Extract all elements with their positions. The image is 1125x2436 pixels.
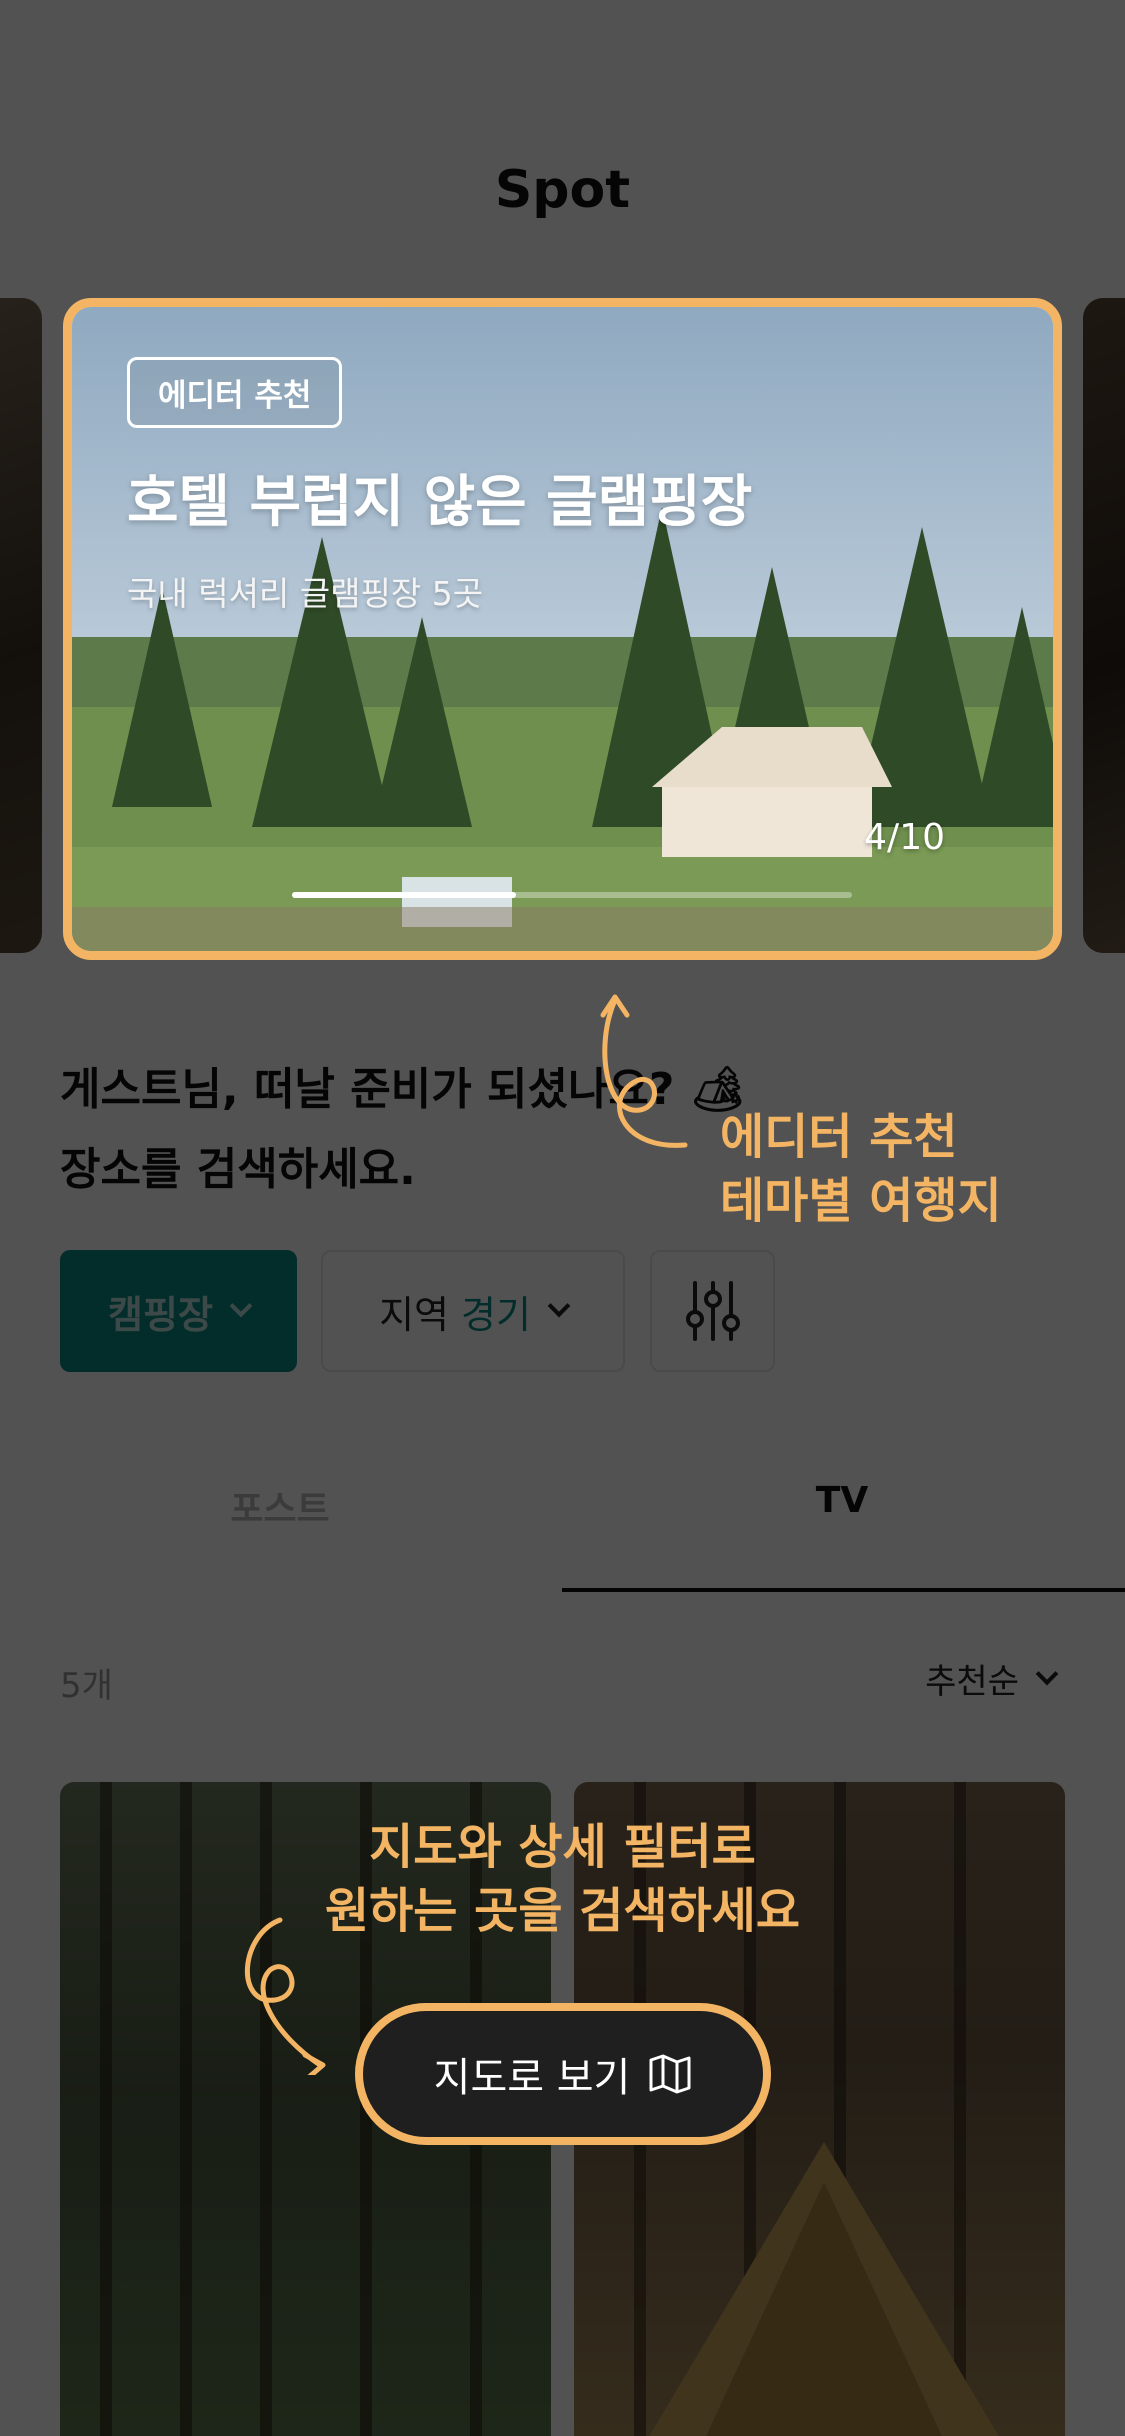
carousel-prev-card[interactable]: [0, 298, 42, 953]
featured-card[interactable]: 에디터 추천 호텔 부럽지 않은 글램핑장 국내 럭셔리 글램핑장 5곳 4/1…: [63, 298, 1062, 960]
sliders-icon: [685, 1281, 740, 1341]
category-filter-label: 캠핑장: [108, 1292, 213, 1337]
result-count: 5개: [60, 1666, 113, 1706]
callout-1-line-2: 테마별 여행지: [720, 1173, 1002, 1229]
chevron-down-icon: [547, 1294, 571, 1318]
region-filter-value: 경기: [461, 1292, 531, 1337]
carousel-next-card[interactable]: [1083, 298, 1125, 953]
map-search-callout: 지도와 상세 필터로 원하는 곳을 검색하세요: [0, 1815, 1125, 1943]
carousel-pager: 4/10: [864, 817, 945, 858]
view-map-button[interactable]: 지도로 보기: [355, 2003, 771, 2145]
sort-label: 추천순: [925, 1662, 1019, 1702]
region-filter-button[interactable]: 지역 경기: [321, 1250, 625, 1372]
curved-arrow-icon: [244, 1917, 326, 2075]
carousel-progress: [292, 892, 852, 898]
curved-arrow-icon: [600, 994, 688, 1148]
featured-title: 호텔 부럽지 않은 글램핑장: [127, 470, 753, 535]
chevron-down-icon: [229, 1294, 253, 1318]
callout-2-line-2: 원하는 곳을 검색하세요: [324, 1883, 801, 1939]
advanced-filter-button[interactable]: [650, 1250, 775, 1372]
featured-subtitle: 국내 럭셔리 글램핑장 5곳: [127, 574, 484, 613]
region-filter-label: 지역: [379, 1292, 449, 1337]
view-map-label: 지도로 보기: [433, 2055, 631, 2101]
page-title: Spot: [494, 160, 631, 220]
carousel-progress-fill: [292, 892, 516, 898]
chevron-down-icon: [1035, 1662, 1059, 1685]
spot-screen: Spot 게스트님, 떠날 준비가 되셨나요? 🏕 장소를 검색하세요. 캠핑장…: [0, 0, 1125, 2436]
category-filter-button[interactable]: 캠핑장: [60, 1250, 297, 1372]
editor-pick-badge: 에디터 추천: [127, 357, 343, 428]
callout-1-line-1: 에디터 추천: [720, 1109, 958, 1165]
tab-tv[interactable]: TV: [562, 1480, 1122, 1521]
editor-pick-callout: 에디터 추천 테마별 여행지: [720, 1105, 1002, 1233]
callout-2-line-1: 지도와 상세 필터로: [369, 1819, 756, 1875]
active-tab-indicator: [562, 1588, 1125, 1592]
map-icon: [649, 2054, 691, 2094]
sort-dropdown[interactable]: 추천순: [925, 1654, 1059, 1703]
tab-post[interactable]: 포스트: [0, 1480, 560, 1532]
